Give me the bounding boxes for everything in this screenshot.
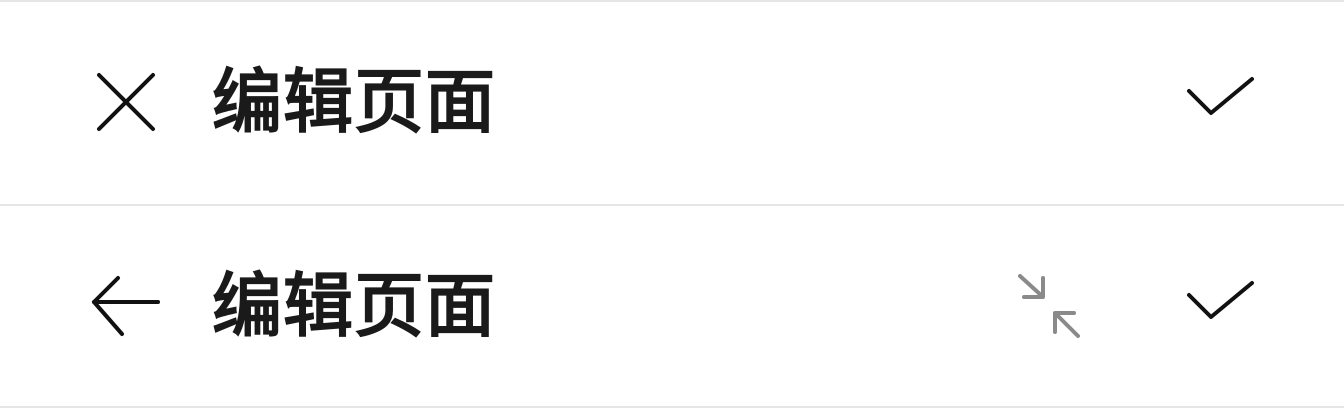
close-button[interactable] xyxy=(90,66,162,138)
check-icon xyxy=(1187,77,1254,115)
edit-title-bar: 编辑页面 xyxy=(0,2,1344,202)
collapse-icon xyxy=(1018,274,1080,338)
edit-title-bar-secondary: 编辑页面 xyxy=(0,206,1344,406)
check-icon xyxy=(1187,281,1254,319)
page-title-secondary: 编辑页面 xyxy=(212,265,496,347)
back-arrow-icon xyxy=(92,276,160,336)
collapse-button[interactable] xyxy=(1014,272,1086,340)
close-icon xyxy=(97,73,155,131)
confirm-button-secondary[interactable] xyxy=(1180,274,1260,338)
page-title: 编辑页面 xyxy=(212,61,496,143)
divider-bottom xyxy=(0,406,1344,408)
back-button[interactable] xyxy=(86,272,166,340)
confirm-button[interactable] xyxy=(1180,70,1260,134)
